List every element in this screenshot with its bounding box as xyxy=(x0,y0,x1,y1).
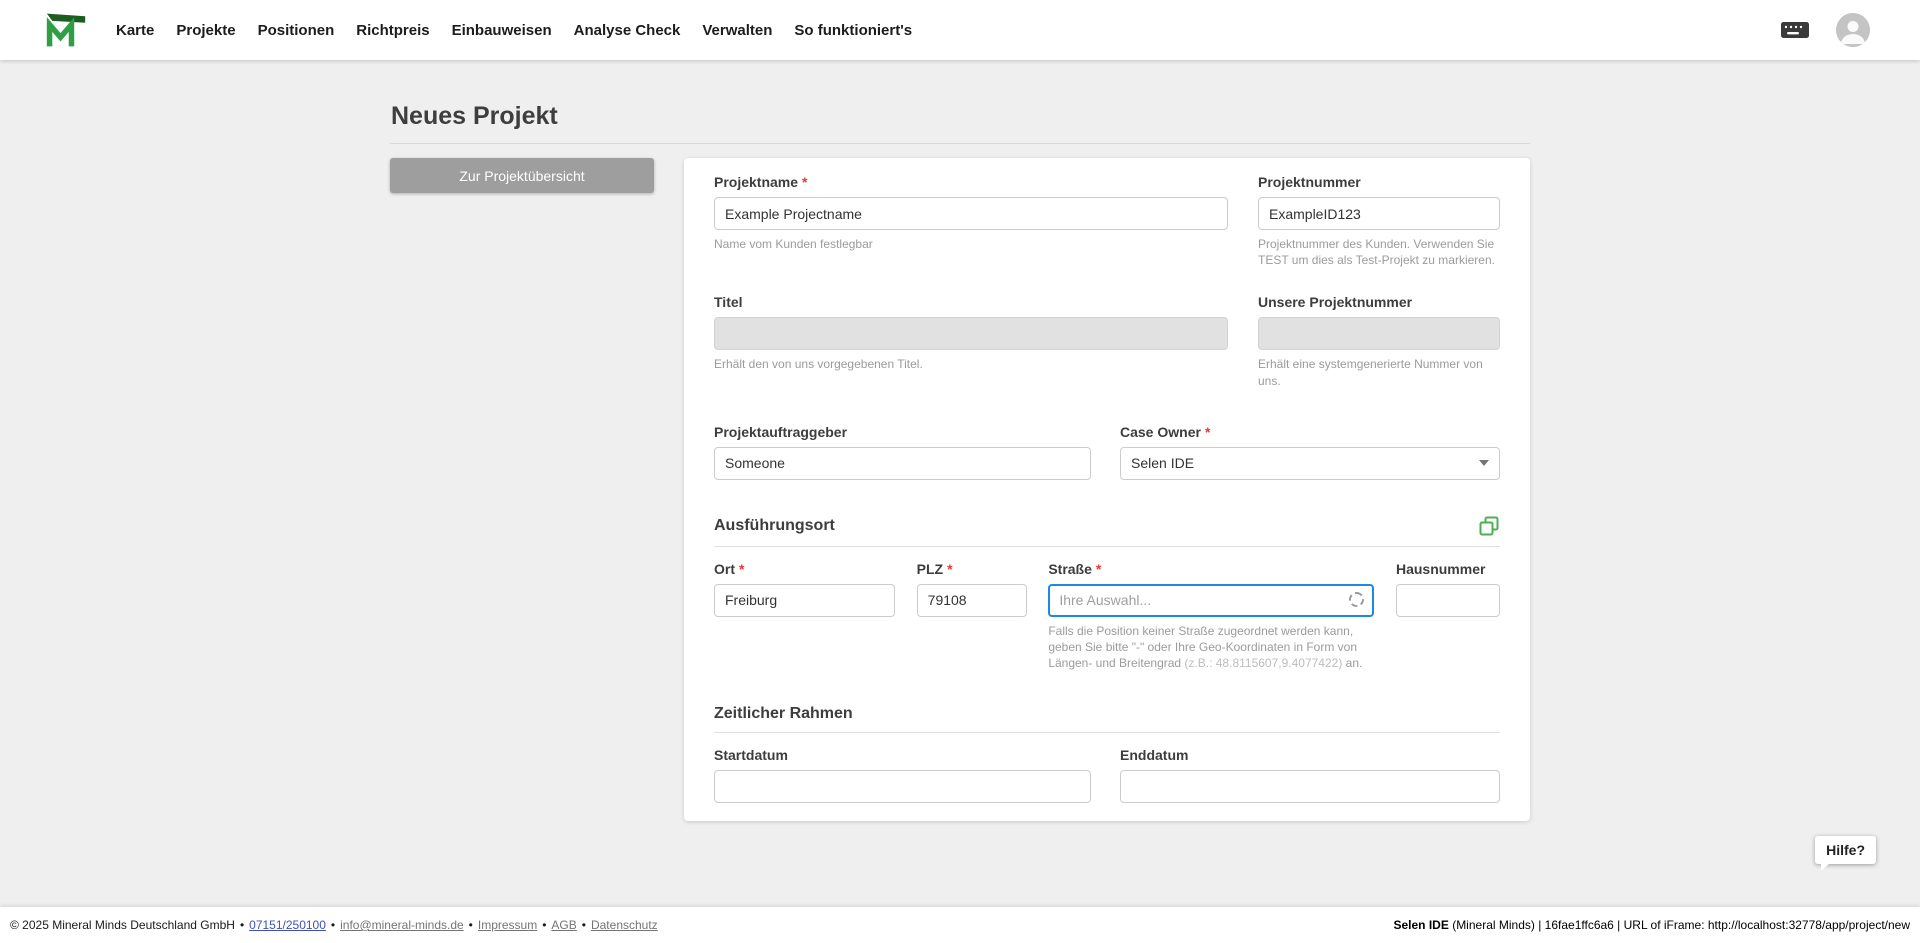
nav-item-projekte[interactable]: Projekte xyxy=(165,13,246,48)
separator-dot: • xyxy=(240,918,244,932)
projektnummer-input[interactable] xyxy=(1258,197,1500,230)
ort-label: Ort* xyxy=(714,561,895,577)
plz-label-text: PLZ xyxy=(917,561,943,577)
strasse-label-text: Straße xyxy=(1048,561,1092,577)
unsere-projektnummer-helper: Erhält eine systemgenerierte Nummer von … xyxy=(1258,356,1500,388)
separator-dot: • xyxy=(469,918,473,932)
projektauftraggeber-label: Projektauftraggeber xyxy=(714,424,1091,440)
main-nav: Karte Projekte Positionen Richtpreis Ein… xyxy=(105,13,923,48)
title-divider xyxy=(390,143,1530,144)
agb-link[interactable]: AGB xyxy=(551,918,576,932)
strasse-helper-example: (z.B.: 48.8115607,9.4077422) xyxy=(1184,656,1342,670)
unsere-projektnummer-input xyxy=(1258,317,1500,350)
impressum-link[interactable]: Impressum xyxy=(478,918,537,932)
plz-input[interactable] xyxy=(917,584,1027,617)
required-asterisk: * xyxy=(1096,561,1101,577)
nav-item-analyse-check[interactable]: Analyse Check xyxy=(563,13,692,48)
top-nav: Karte Projekte Positionen Richtpreis Ein… xyxy=(0,0,1920,60)
copyright-text: © 2025 Mineral Minds Deutschland GmbH xyxy=(10,918,235,932)
nav-item-verwalten[interactable]: Verwalten xyxy=(691,13,783,48)
nav-item-einbauweisen[interactable]: Einbauweisen xyxy=(441,13,563,48)
main-content: Neues Projekt Zur Projektübersicht Proje… xyxy=(0,60,1920,821)
strasse-helper: Falls die Position keiner Straße zugeord… xyxy=(1048,623,1374,672)
hausnummer-label: Hausnummer xyxy=(1396,561,1500,577)
projektnummer-helper: Projektnummer des Kunden. Verwenden Sie … xyxy=(1258,236,1500,268)
mineral-minds-logo[interactable] xyxy=(45,10,87,50)
startdatum-label: Startdatum xyxy=(714,747,1091,763)
titel-helper: Erhält den von uns vorgegebenen Titel. xyxy=(714,356,1228,372)
back-to-project-overview-button[interactable]: Zur Projektübersicht xyxy=(390,158,654,193)
server-icon[interactable] xyxy=(1780,19,1810,41)
footer-session-info: Selen IDE (Mineral Minds) | 16fae1ffc6a6… xyxy=(1394,918,1911,932)
chevron-down-icon xyxy=(1479,460,1489,466)
user-avatar[interactable] xyxy=(1836,13,1870,47)
enddatum-label: Enddatum xyxy=(1120,747,1500,763)
required-asterisk: * xyxy=(1205,424,1210,440)
separator-dot: • xyxy=(582,918,586,932)
datenschutz-link[interactable]: Datenschutz xyxy=(591,918,658,932)
case-owner-label: Case Owner* xyxy=(1120,424,1500,440)
projektauftraggeber-input[interactable] xyxy=(714,447,1091,480)
nav-right-actions xyxy=(1780,13,1870,47)
session-details: (Mineral Minds) | 16fae1ffc6a6 | URL of … xyxy=(1449,918,1910,932)
email-link[interactable]: info@mineral-minds.de xyxy=(340,918,464,932)
ort-input[interactable] xyxy=(714,584,895,617)
session-user: Selen IDE xyxy=(1394,918,1449,932)
footer-left: © 2025 Mineral Minds Deutschland GmbH • … xyxy=(10,918,658,932)
nav-item-karte[interactable]: Karte xyxy=(105,13,165,48)
case-owner-selected-value: Selen IDE xyxy=(1131,455,1194,471)
phone-link[interactable]: 07151/250100 xyxy=(249,918,326,932)
titel-label: Titel xyxy=(714,294,1228,310)
section-title-zeitlicher-rahmen: Zeitlicher Rahmen xyxy=(714,705,853,723)
enddatum-input[interactable] xyxy=(1120,770,1500,803)
case-owner-select[interactable]: Selen IDE xyxy=(1120,447,1500,480)
projektnummer-label: Projektnummer xyxy=(1258,174,1500,190)
nav-item-so-funktionierts[interactable]: So funktioniert's xyxy=(783,13,923,48)
strasse-helper-suffix: an. xyxy=(1342,656,1362,670)
hausnummer-input[interactable] xyxy=(1396,584,1500,617)
help-button-label: Hilfe? xyxy=(1826,842,1865,858)
required-asterisk: * xyxy=(947,561,952,577)
required-asterisk: * xyxy=(739,561,744,577)
projektname-label: Projektname* xyxy=(714,174,1228,190)
titel-input xyxy=(714,317,1228,350)
new-project-form-card: Projektname* Name vom Kunden festlegbar … xyxy=(684,158,1530,821)
section-divider xyxy=(714,546,1500,547)
projektname-helper: Name vom Kunden festlegbar xyxy=(714,236,1228,252)
strasse-label: Straße* xyxy=(1048,561,1374,577)
projektname-label-text: Projektname xyxy=(714,174,798,190)
separator-dot: • xyxy=(331,918,335,932)
nav-item-positionen[interactable]: Positionen xyxy=(247,13,346,48)
separator-dot: • xyxy=(542,918,546,932)
startdatum-input[interactable] xyxy=(714,770,1091,803)
required-asterisk: * xyxy=(802,174,807,190)
help-button[interactable]: Hilfe? xyxy=(1815,836,1876,864)
ort-label-text: Ort xyxy=(714,561,735,577)
case-owner-label-text: Case Owner xyxy=(1120,424,1201,440)
copy-icon[interactable] xyxy=(1478,515,1500,537)
section-title-ausfuehrungsort: Ausführungsort xyxy=(714,517,835,535)
nav-item-richtpreis[interactable]: Richtpreis xyxy=(345,13,440,48)
section-divider xyxy=(714,732,1500,733)
projektname-input[interactable] xyxy=(714,197,1228,230)
footer: © 2025 Mineral Minds Deutschland GmbH • … xyxy=(0,907,1920,943)
plz-label: PLZ* xyxy=(917,561,1027,577)
strasse-input[interactable] xyxy=(1048,584,1374,617)
unsere-projektnummer-label: Unsere Projektnummer xyxy=(1258,294,1500,310)
page-title: Neues Projekt xyxy=(391,102,1530,131)
